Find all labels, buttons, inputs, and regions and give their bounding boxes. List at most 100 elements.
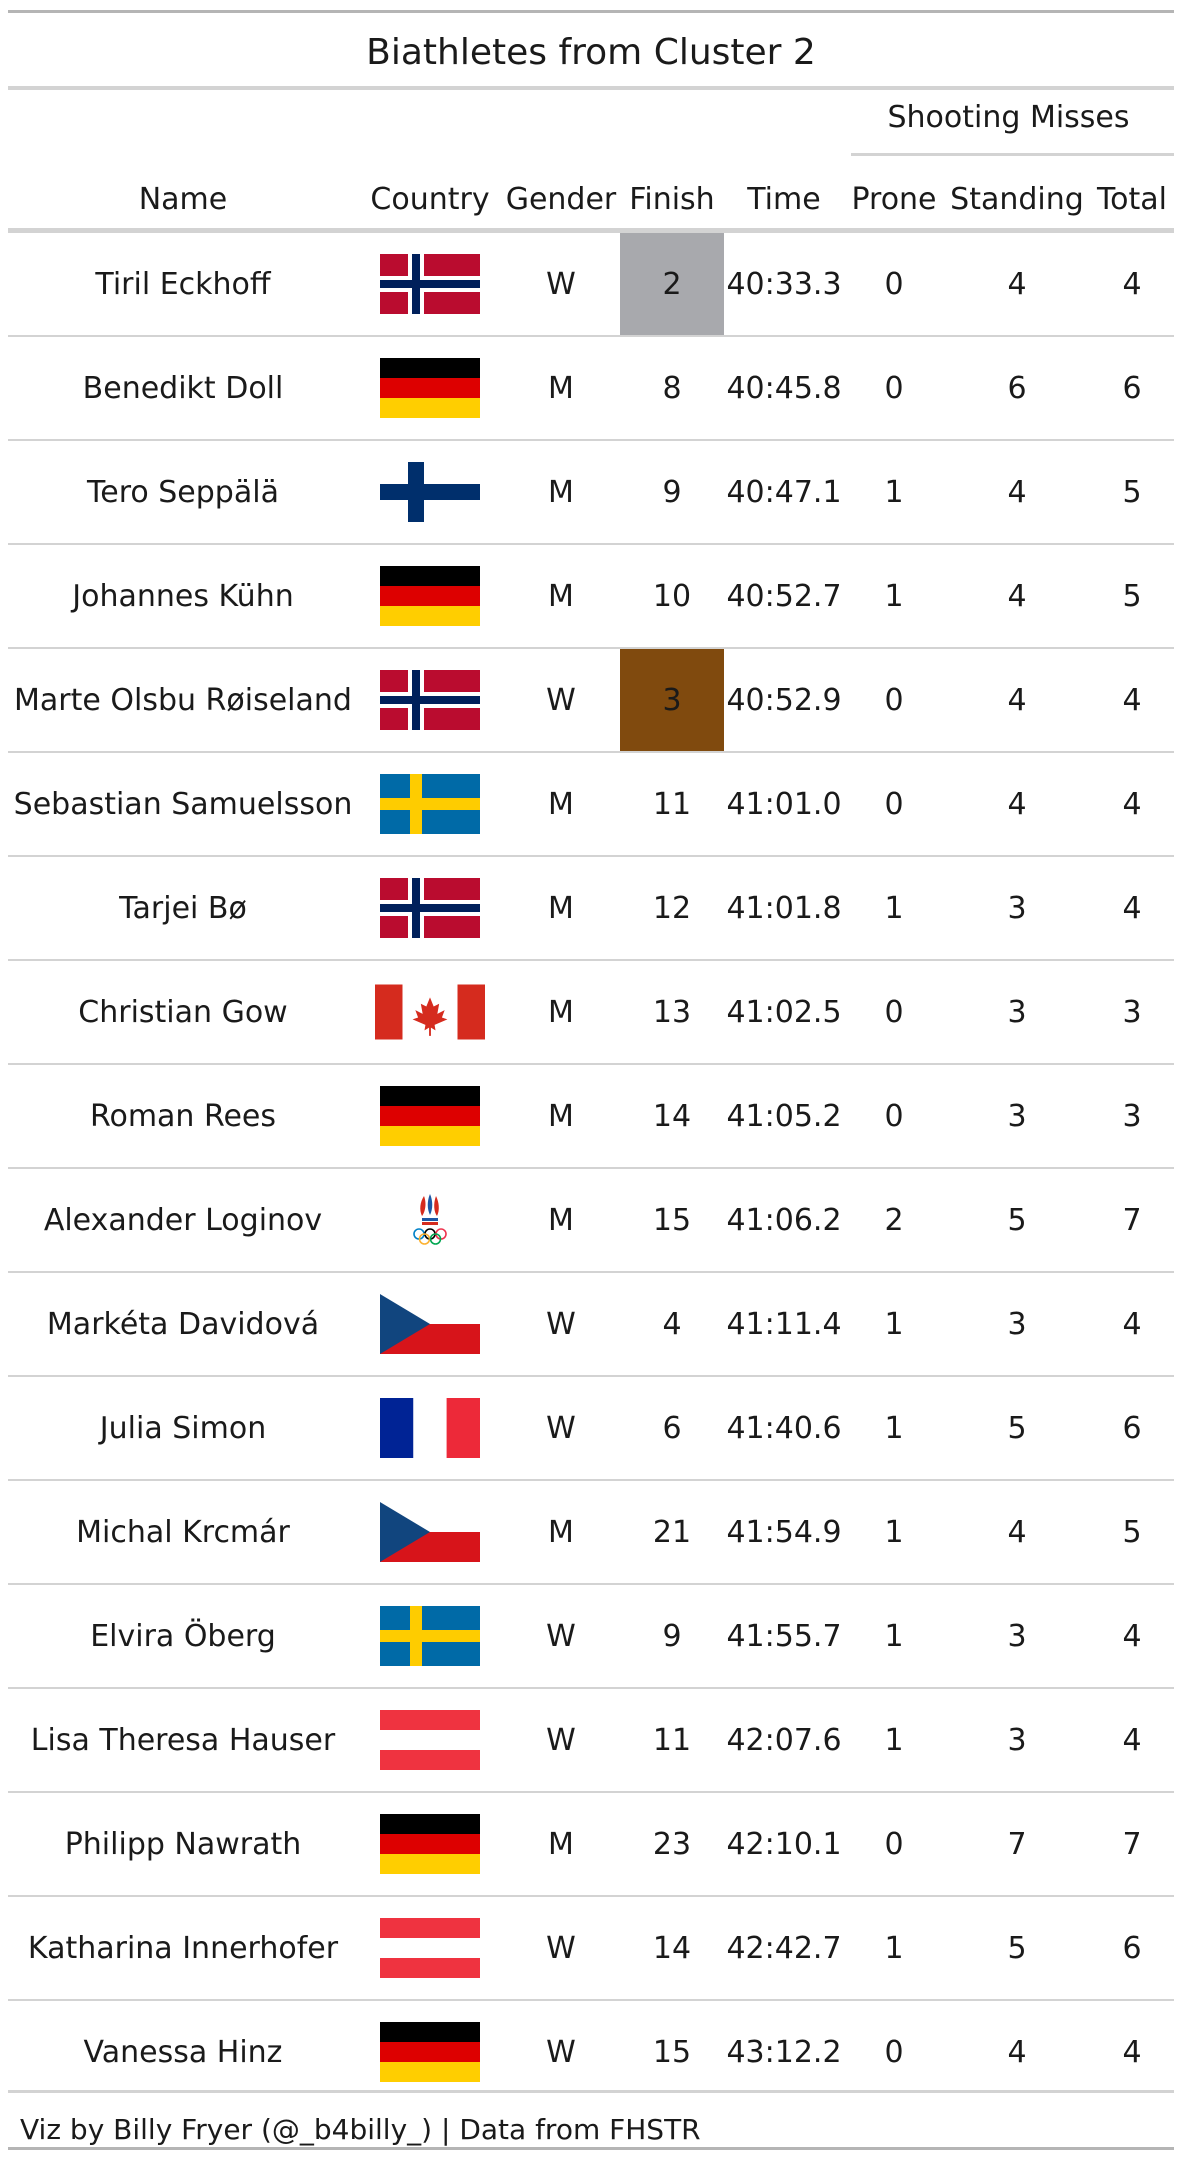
- time-cell: 40:47.1: [724, 440, 844, 545]
- prone-cell: 1: [844, 1688, 944, 1793]
- total-cell: 7: [1090, 1168, 1174, 1273]
- time-cell: 40:52.9: [724, 648, 844, 753]
- finish-cell: 2: [620, 233, 724, 337]
- prone-cell: 1: [844, 1272, 944, 1377]
- prone-cell: 1: [844, 1896, 944, 2001]
- prone-cell: 0: [844, 648, 944, 753]
- country-cell: [358, 1272, 502, 1377]
- standing-cell: 3: [944, 1688, 1090, 1793]
- time-cell: 41:01.8: [724, 856, 844, 961]
- prone-cell: 1: [844, 856, 944, 961]
- gender-cell: W: [502, 1896, 620, 2001]
- time-cell: 41:55.7: [724, 1584, 844, 1689]
- header-total: Total: [1096, 182, 1168, 217]
- standing-cell: 4: [944, 233, 1090, 337]
- country-cell: [358, 336, 502, 441]
- finish-cell: 8: [620, 336, 724, 441]
- gender-cell: M: [502, 1480, 620, 1585]
- total-cell: 4: [1090, 1688, 1174, 1793]
- name-cell: Philipp Nawrath: [8, 1792, 358, 1897]
- total-cell: 5: [1090, 544, 1174, 649]
- name-cell: Johannes Kühn: [8, 544, 358, 649]
- standing-cell: 4: [944, 440, 1090, 545]
- czech-flag-icon: [375, 1288, 485, 1360]
- table-row: Vanessa Hinz W 15 43:12.2 0 4 4: [8, 2000, 1174, 2103]
- prone-cell: 0: [844, 1064, 944, 1169]
- time-cell: 41:40.6: [724, 1376, 844, 1481]
- prone-cell: 1: [844, 1376, 944, 1481]
- total-cell: 3: [1090, 960, 1174, 1065]
- shooting-misses-spanner: Shooting Misses: [887, 100, 1130, 135]
- standing-cell: 4: [944, 648, 1090, 753]
- czech-flag-icon: [375, 1496, 485, 1568]
- finish-cell: 15: [652, 2034, 692, 2070]
- total-cell: 4: [1090, 856, 1174, 961]
- gender-cell: M: [502, 1064, 620, 1169]
- source-note: Viz by Billy Fryer (@_b4billy_) | Data f…: [20, 2113, 701, 2146]
- gender-cell: M: [502, 440, 620, 545]
- name-cell: Christian Gow: [8, 960, 358, 1065]
- austria-flag-icon: [375, 1912, 485, 1984]
- roc-emblem-icon: [375, 1184, 485, 1256]
- standing-cell: 6: [944, 336, 1090, 441]
- prone-cell: 0: [844, 1792, 944, 1897]
- table-row: Roman Rees M 14 41:05.2 0 3 3: [8, 1064, 1174, 1169]
- standing-cell: 3: [944, 1272, 1090, 1377]
- name-cell: Sebastian Samuelsson: [8, 752, 358, 857]
- table-row: Sebastian Samuelsson M 11 41:01.0 0 4 4: [8, 752, 1174, 857]
- country-cell: [358, 1792, 502, 1897]
- country-cell: [358, 544, 502, 649]
- germany-flag-icon: [375, 1080, 485, 1152]
- total-cell: 4: [1090, 233, 1174, 337]
- table-row: Elvira Öberg W 9 41:55.7 1 3 4: [8, 1584, 1174, 1689]
- finish-cell: 23: [620, 1792, 724, 1897]
- table-title: Biathletes from Cluster 2: [366, 32, 816, 73]
- name-cell: Lisa Theresa Hauser: [8, 1688, 358, 1793]
- country-cell: [358, 1688, 502, 1793]
- bottom-rule: [8, 2090, 1174, 2093]
- table-row: Markéta Davidová W 4 41:11.4 1 3 4: [8, 1272, 1174, 1377]
- country-cell: [358, 1480, 502, 1585]
- table-row: Christian Gow M 13 41:02.5 0 3 3: [8, 960, 1174, 1065]
- germany-flag-icon: [375, 2016, 485, 2088]
- time-cell: 41:02.5: [724, 960, 844, 1065]
- finish-cell: 12: [620, 856, 724, 961]
- total-cell: 7: [1090, 1792, 1174, 1897]
- prone-cell: 0: [844, 960, 944, 1065]
- finish-cell: 13: [620, 960, 724, 1065]
- name-cell: Markéta Davidová: [8, 1272, 358, 1377]
- country-cell: [358, 1064, 502, 1169]
- standing-cell: 4: [944, 752, 1090, 857]
- name-cell: Marte Olsbu Røiseland: [8, 648, 358, 753]
- table-row: Philipp Nawrath M 23 42:10.1 0 7 7: [8, 1792, 1174, 1897]
- finish-cell: 11: [620, 752, 724, 857]
- prone-cell: 0: [844, 752, 944, 857]
- germany-flag-icon: [375, 1808, 485, 1880]
- norway-flag-icon: [375, 248, 485, 320]
- name-cell: Michal Krcmár: [8, 1480, 358, 1585]
- sweden-flag-icon: [375, 768, 485, 840]
- standing-cell: 3: [944, 856, 1090, 961]
- country-cell: [358, 648, 502, 753]
- gender-cell: W: [502, 1688, 620, 1793]
- header-name: Name: [138, 182, 228, 217]
- finish-cell: 10: [620, 544, 724, 649]
- country-cell: [358, 1896, 502, 2001]
- time-cell: 40:52.7: [724, 544, 844, 649]
- time-cell: 41:11.4: [724, 1272, 844, 1377]
- gender-cell: M: [502, 544, 620, 649]
- total-cell: 6: [1090, 1376, 1174, 1481]
- total-cell: 5: [1090, 440, 1174, 545]
- canada-flag-icon: [375, 976, 485, 1048]
- name-cell: Alexander Loginov: [8, 1168, 358, 1273]
- standing-cell: 4: [1007, 2034, 1027, 2070]
- header-time: Time: [747, 182, 821, 217]
- standing-cell: 5: [944, 1168, 1090, 1273]
- header-gender: Gender: [505, 182, 617, 217]
- gender-cell: M: [502, 336, 620, 441]
- austria-flag-icon: [375, 1704, 485, 1776]
- table-row: Johannes Kühn M 10 40:52.7 1 4 5: [8, 544, 1174, 649]
- table-row: Alexander Loginov M 15 41:06.2 2 5 7: [8, 1168, 1174, 1273]
- total-cell: 6: [1090, 336, 1174, 441]
- table-frame: Biathletes from Cluster 2 Shooting Misse…: [8, 10, 1174, 2150]
